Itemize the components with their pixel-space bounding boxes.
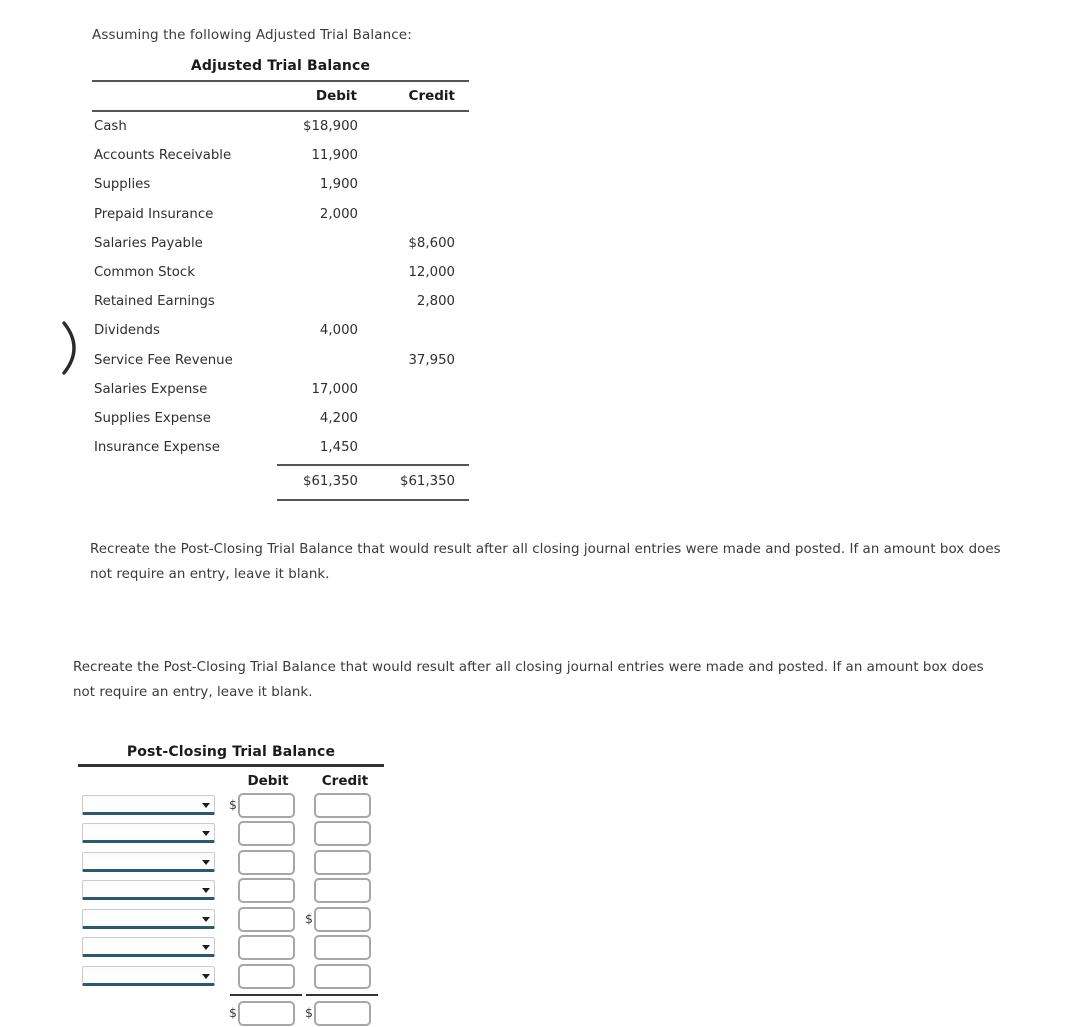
chevron-down-icon xyxy=(202,974,210,980)
debit-input-1[interactable] xyxy=(238,792,295,818)
debit-input-3[interactable] xyxy=(238,849,295,875)
account-label: Service Fee Revenue xyxy=(94,352,233,368)
chevron-down-icon xyxy=(202,831,210,837)
account-label: Dividends xyxy=(94,323,160,339)
debit-value: 17,000 xyxy=(311,381,358,397)
form-totals-rule-credit xyxy=(306,993,378,997)
column-header-debit: Debit xyxy=(315,88,357,104)
debit-input-6[interactable] xyxy=(238,935,295,961)
table-row: Supplies 1,900 xyxy=(92,170,469,199)
account-label: Retained Earnings xyxy=(94,294,215,310)
table-totals-row: $61,350 $61,350 xyxy=(92,462,469,502)
table-row: Service Fee Revenue 37,950 xyxy=(92,346,469,375)
chevron-down-icon xyxy=(202,888,210,894)
credit-input-3[interactable] xyxy=(314,849,371,875)
instruction-paragraph-2: Recreate the Post-Closing Trial Balance … xyxy=(73,660,984,700)
credit-input-5[interactable] xyxy=(314,906,371,932)
credit-input-1[interactable] xyxy=(314,792,371,818)
credit-input-7[interactable] xyxy=(314,964,371,990)
instruction-paragraph-1: Recreate the Post-Closing Trial Balance … xyxy=(90,542,1001,582)
debit-value: 1,900 xyxy=(319,177,358,193)
column-header-credit: Credit xyxy=(408,88,455,104)
form-row xyxy=(78,821,384,850)
debit-value: 2,000 xyxy=(319,206,358,222)
debit-value: 1,450 xyxy=(319,440,358,456)
post-closing-trial-balance-title: Post-Closing Trial Balance xyxy=(126,744,336,760)
account-select-3[interactable] xyxy=(82,851,215,872)
chevron-down-icon xyxy=(202,802,210,808)
form-row xyxy=(78,878,384,907)
credit-value: $8,600 xyxy=(408,235,455,251)
debit-input-2[interactable] xyxy=(238,821,295,847)
account-label: Salaries Payable xyxy=(94,235,203,251)
table-row: Common Stock 12,000 xyxy=(92,258,469,287)
account-label: Supplies Expense xyxy=(94,410,211,426)
credit-value: 12,000 xyxy=(408,264,455,280)
chevron-down-icon xyxy=(202,916,210,922)
adjusted-trial-balance-title: Adjusted Trial Balance xyxy=(190,58,371,74)
credit-value: 37,950 xyxy=(408,352,455,368)
totals-rule-top xyxy=(277,464,469,467)
table-column-headers: Debit Credit xyxy=(92,82,469,110)
debit-value: 4,000 xyxy=(319,323,358,339)
account-label: Supplies xyxy=(94,177,151,193)
account-label: Insurance Expense xyxy=(94,440,220,456)
total-debit-currency-symbol: $ xyxy=(229,1004,237,1020)
form-column-header-debit: Debit xyxy=(247,772,289,789)
debit-value: 4,200 xyxy=(319,410,358,426)
credit-currency-symbol-5: $ xyxy=(305,910,313,926)
account-select-6[interactable] xyxy=(82,937,215,958)
debit-input-7[interactable] xyxy=(238,964,295,990)
chevron-down-icon xyxy=(202,945,210,951)
table-row: Salaries Expense 17,000 xyxy=(92,375,469,404)
credit-input-6[interactable] xyxy=(314,935,371,961)
table-row: Salaries Payable $8,600 xyxy=(92,229,469,258)
form-row: $ xyxy=(78,906,384,936)
chevron-down-icon xyxy=(202,859,210,865)
account-label: Cash xyxy=(94,119,127,134)
totals-rule-bottom xyxy=(277,499,469,502)
table-row: Retained Earnings 2,800 xyxy=(92,287,469,316)
table-row: Prepaid Insurance 2,000 xyxy=(92,200,469,229)
table-row: Cash $18,900 xyxy=(92,112,469,141)
account-label: Common Stock xyxy=(94,264,195,280)
credit-input-4[interactable] xyxy=(314,878,371,904)
credit-input-2[interactable] xyxy=(314,821,371,847)
total-credit-currency-symbol: $ xyxy=(305,1004,313,1020)
form-row xyxy=(78,964,384,993)
scan-artifact-arc xyxy=(62,321,76,375)
debit-input-5[interactable] xyxy=(238,906,295,932)
debit-input-4[interactable] xyxy=(238,878,295,904)
debit-value: $18,900 xyxy=(303,119,358,134)
account-label: Salaries Expense xyxy=(94,381,208,397)
account-label: Prepaid Insurance xyxy=(94,206,214,222)
intro-text: Assuming the following Adjusted Trial Ba… xyxy=(92,27,412,43)
debit-currency-symbol-1: $ xyxy=(229,796,237,812)
account-select-7[interactable] xyxy=(82,966,215,987)
form-row xyxy=(78,935,384,964)
debit-value: 11,900 xyxy=(311,148,358,164)
post-closing-trial-balance-form: Post-Closing Trial Balance Debit Credit … xyxy=(78,744,384,1027)
account-select-2[interactable] xyxy=(82,823,215,844)
adjusted-trial-balance-table: Adjusted Trial Balance Debit Credit Cash… xyxy=(92,58,469,502)
form-column-header-credit: Credit xyxy=(321,772,369,789)
account-label: Accounts Receivable xyxy=(94,148,232,164)
form-row: $ xyxy=(78,792,384,822)
account-select-4[interactable] xyxy=(82,880,215,901)
total-credit-value: $61,350 xyxy=(400,474,455,490)
table-row: Accounts Receivable 11,900 xyxy=(92,141,469,170)
table-row: Supplies Expense 4,200 xyxy=(92,404,469,433)
form-row xyxy=(78,849,384,879)
table-row: Dividends 4,000 xyxy=(92,316,469,345)
account-select-5[interactable] xyxy=(82,908,215,929)
table-row: Insurance Expense 1,450 xyxy=(92,433,469,462)
form-totals-rule-debit xyxy=(230,993,302,997)
account-select-1[interactable] xyxy=(82,794,215,815)
credit-value: 2,800 xyxy=(416,294,455,310)
form-column-headers: Debit Credit xyxy=(78,767,384,793)
